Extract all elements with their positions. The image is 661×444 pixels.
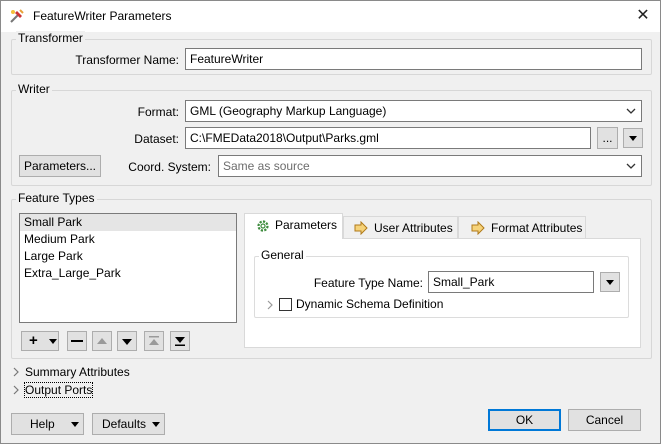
transformer-name-field[interactable]: FeatureWriter xyxy=(185,48,642,70)
chevron-right-icon xyxy=(13,385,19,395)
list-item[interactable]: Small Park xyxy=(20,214,236,231)
writer-parameters-button[interactable]: Parameters... xyxy=(19,155,101,177)
feature-writer-dialog: FeatureWriter Parameters ✕ Transformer T… xyxy=(0,0,661,444)
list-item[interactable]: Large Park xyxy=(20,248,236,265)
help-button[interactable]: Help xyxy=(11,413,84,435)
add-feature-type-button[interactable]: + xyxy=(21,331,59,351)
arrow-right-icon xyxy=(354,221,368,235)
output-ports-section[interactable]: Output Ports xyxy=(11,382,211,398)
chevron-down-icon xyxy=(626,108,636,114)
cancel-button[interactable]: Cancel xyxy=(568,409,641,431)
fme-wrench-icon xyxy=(10,9,24,23)
feature-type-name-options-button[interactable] xyxy=(600,272,620,292)
coord-system-select[interactable]: Same as source xyxy=(218,155,642,177)
chevron-right-icon xyxy=(267,300,273,310)
transformer-name-label: Transformer Name: xyxy=(75,53,179,67)
window-title: FeatureWriter Parameters xyxy=(33,9,172,23)
general-group-label: General xyxy=(259,248,306,262)
transformer-group-label: Transformer xyxy=(16,31,85,45)
minus-icon xyxy=(71,340,83,342)
arrow-down-icon xyxy=(122,339,132,345)
caret-down-icon xyxy=(49,339,57,344)
output-ports-label: Output Ports xyxy=(23,382,94,398)
tab-user-attributes-label: User Attributes xyxy=(374,221,453,235)
chevron-right-icon xyxy=(13,367,19,377)
coord-system-value: Same as source xyxy=(223,159,310,173)
defaults-button[interactable]: Defaults xyxy=(92,413,165,435)
move-top-button[interactable] xyxy=(144,331,164,351)
tab-user-attributes[interactable]: User Attributes xyxy=(343,216,458,240)
writer-group-label: Writer xyxy=(16,82,52,96)
list-item[interactable]: Extra_Large_Park xyxy=(20,265,236,282)
feature-types-group-label: Feature Types xyxy=(16,191,97,205)
coord-system-label: Coord. System: xyxy=(128,160,211,174)
format-select[interactable]: GML (Geography Markup Language) xyxy=(185,100,642,122)
tab-format-attributes-label: Format Attributes xyxy=(491,221,583,235)
tab-format-attributes[interactable]: Format Attributes xyxy=(458,216,586,240)
close-icon[interactable]: ✕ xyxy=(631,5,655,27)
tab-parameters-label: Parameters xyxy=(275,218,338,232)
browse-button[interactable]: ... xyxy=(597,127,618,149)
format-value: GML (Geography Markup Language) xyxy=(190,104,387,118)
arrow-up-icon xyxy=(97,338,107,344)
caret-down-icon xyxy=(152,422,160,427)
help-label: Help xyxy=(30,417,55,431)
arrow-right-icon xyxy=(471,221,485,235)
tab-parameters[interactable]: Parameters xyxy=(244,213,343,239)
move-to-bottom-icon xyxy=(175,337,185,346)
caret-down-icon xyxy=(71,422,79,427)
dynamic-schema-label: Dynamic Schema Definition xyxy=(296,297,444,311)
format-label: Format: xyxy=(137,105,179,119)
dataset-options-button[interactable] xyxy=(623,128,643,148)
dynamic-schema-checkbox[interactable] xyxy=(279,298,292,311)
add-icon: + xyxy=(29,332,38,349)
title-bar: FeatureWriter Parameters ✕ xyxy=(1,1,660,32)
summary-attributes-section[interactable]: Summary Attributes xyxy=(11,364,211,380)
move-bottom-button[interactable] xyxy=(170,331,190,351)
summary-attributes-label: Summary Attributes xyxy=(25,365,130,379)
caret-down-icon xyxy=(606,280,614,285)
chevron-down-icon xyxy=(626,163,636,169)
move-to-top-icon xyxy=(149,336,159,345)
move-up-button[interactable] xyxy=(92,331,112,351)
ok-button[interactable]: OK xyxy=(488,409,561,431)
feature-type-name-label: Feature Type Name: xyxy=(313,276,423,290)
feature-type-name-field[interactable]: Small_Park xyxy=(428,271,594,293)
remove-feature-type-button[interactable] xyxy=(67,331,87,351)
gear-icon xyxy=(257,220,269,232)
feature-types-list: Small Park Medium Park Large Park Extra_… xyxy=(19,213,237,323)
list-item[interactable]: Medium Park xyxy=(20,231,236,248)
defaults-label: Defaults xyxy=(102,417,147,431)
caret-down-icon xyxy=(629,136,637,141)
dataset-label: Dataset: xyxy=(134,132,179,146)
dataset-field[interactable]: C:\FMEData2018\Output\Parks.gml xyxy=(185,127,591,149)
move-down-button[interactable] xyxy=(117,331,137,351)
